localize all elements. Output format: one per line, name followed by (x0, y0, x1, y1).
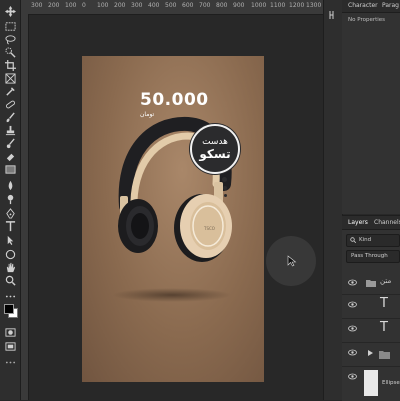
visibility-eye-icon[interactable] (348, 325, 357, 332)
folder-icon (379, 351, 390, 359)
layer-row[interactable]: T (342, 294, 400, 319)
layers-panel: Layers Channels Kind Pass Through متن T … (342, 215, 400, 401)
edit-toolbar-icon[interactable] (3, 357, 17, 368)
hand-icon[interactable] (3, 262, 17, 273)
eraser-icon[interactable] (3, 151, 17, 162)
ruler-number: 600 (182, 2, 194, 9)
visibility-eye-icon[interactable] (348, 301, 357, 308)
ruler-number: 1100 (270, 2, 286, 9)
layer-row[interactable]: T (342, 318, 400, 343)
eyedropper-icon[interactable] (3, 86, 17, 97)
layer-row[interactable]: متن (342, 272, 400, 295)
badge-dot (223, 186, 227, 190)
crop-icon[interactable] (3, 60, 17, 71)
pen-icon[interactable] (3, 208, 17, 219)
ruler-number: 500 (165, 2, 177, 9)
ruler-number: 100 (97, 2, 109, 9)
blend-mode-select[interactable]: Pass Through (346, 250, 400, 263)
product-badge: هدست تسکو (190, 124, 240, 174)
ruler-number: 300 (131, 2, 143, 9)
layer-name: متن (380, 277, 392, 285)
tab-character[interactable]: Character (344, 0, 382, 12)
ruler-number: 900 (233, 2, 245, 9)
vertical-ruler (21, 14, 29, 400)
filter-kind-label: Kind (359, 237, 372, 243)
ruler-number: 200 (48, 2, 60, 9)
tab-paragraph[interactable]: Parag (378, 0, 400, 12)
properties-panel: Character Parag No Properties (342, 0, 400, 214)
visibility-eye-icon[interactable] (348, 373, 357, 380)
lasso-icon[interactable] (3, 34, 17, 45)
badge-dot (222, 177, 227, 182)
mouse-cursor-icon (287, 255, 297, 267)
history-brush-icon[interactable] (3, 138, 17, 149)
ruler-number: 700 (199, 2, 211, 9)
layer-thumbnail (364, 370, 378, 396)
ruler-number: 400 (148, 2, 160, 9)
product-shadow (112, 288, 232, 302)
clone-stamp-icon[interactable] (3, 125, 17, 136)
no-properties-text: No Properties (348, 17, 386, 23)
text-layer-icon: T (380, 296, 388, 311)
color-swatches-icon[interactable] (3, 303, 18, 318)
ruler-number: 0 (82, 2, 86, 9)
text-layer-icon: T (380, 320, 388, 335)
blur-icon[interactable] (3, 180, 17, 191)
layer-name: Ellipse (382, 380, 400, 386)
ruler-number: 100 (65, 2, 77, 9)
healing-icon[interactable] (3, 99, 17, 110)
rectangle-icon[interactable] (3, 249, 17, 260)
expand-arrow-icon[interactable] (368, 350, 373, 356)
tools-panel (0, 0, 21, 400)
gradient-icon[interactable] (3, 164, 17, 175)
path-select-icon[interactable] (3, 235, 17, 246)
badge-dot (223, 194, 227, 197)
folder-icon (366, 280, 376, 287)
ruler-number: 1200 (289, 2, 305, 9)
layer-filter-select[interactable]: Kind (346, 234, 400, 247)
more-tools-icon[interactable] (3, 291, 17, 302)
ruler-number: 1300 (306, 2, 322, 9)
marquee-icon[interactable] (3, 21, 17, 32)
blend-mode-label: Pass Through (351, 253, 388, 259)
ruler-number: 800 (216, 2, 228, 9)
ruler-number: 1000 (251, 2, 267, 9)
zoom-icon[interactable] (3, 275, 17, 286)
layer-row[interactable] (342, 342, 400, 367)
quick-select-icon[interactable] (3, 47, 17, 58)
panel-icon-strip (323, 0, 343, 400)
badge-brand: تسکو (199, 147, 231, 161)
layer-row[interactable]: Ellipse (342, 366, 400, 401)
tab-layers[interactable]: Layers (344, 217, 372, 229)
document-canvas[interactable]: 50.000 تومان TSCO هدست تسکو (82, 56, 264, 382)
brush-icon[interactable] (3, 112, 17, 123)
type-icon[interactable] (3, 221, 17, 232)
ruler-number: 300 (31, 2, 43, 9)
dodge-icon[interactable] (3, 194, 17, 205)
visibility-eye-icon[interactable] (348, 349, 357, 356)
horizontal-ruler: 300 200 100 0 100 200 300 400 500 600 70… (21, 0, 323, 15)
visibility-eye-icon[interactable] (348, 279, 357, 286)
tab-channels[interactable]: Channels (370, 217, 400, 229)
svg-text:TSCO: TSCO (203, 226, 215, 231)
ruler-number: 200 (114, 2, 126, 9)
search-icon (350, 237, 356, 243)
screen-mode-icon[interactable] (3, 341, 17, 352)
character-panel-icon[interactable] (328, 5, 338, 19)
price-text: 50.000 (140, 90, 209, 110)
move-icon[interactable] (3, 6, 17, 17)
quick-mask-icon[interactable] (3, 327, 17, 338)
frame-icon[interactable] (3, 73, 17, 84)
